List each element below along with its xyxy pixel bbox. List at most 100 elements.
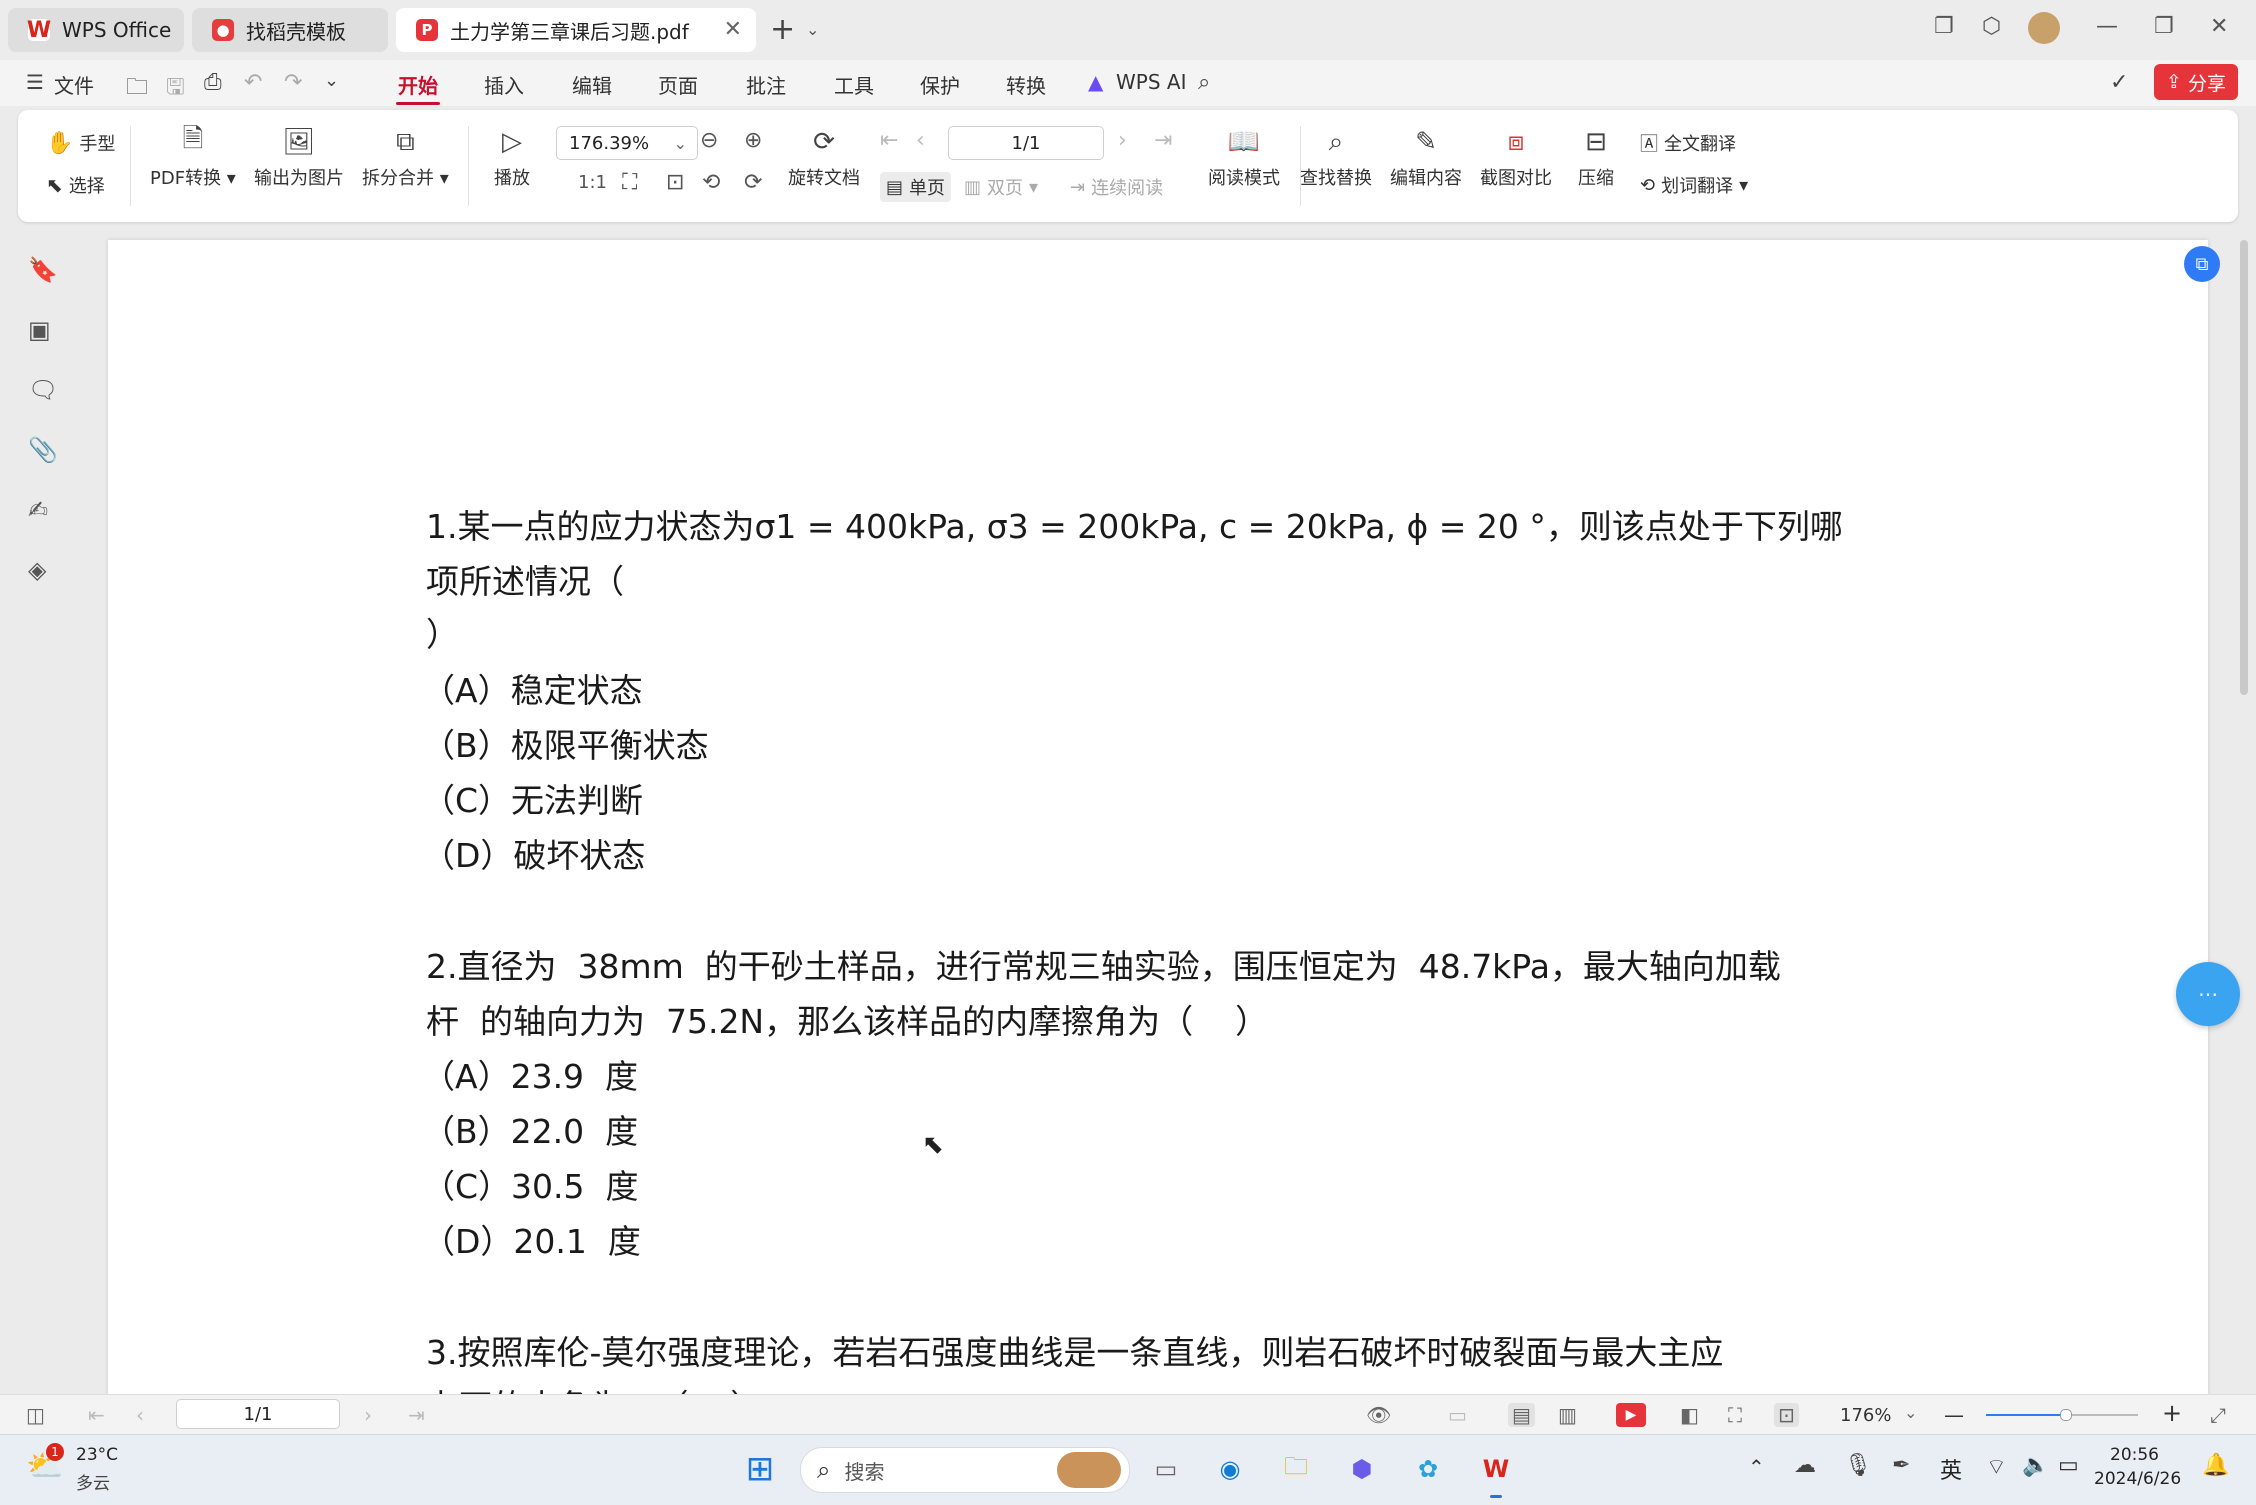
minimize-icon[interactable]: — xyxy=(2096,14,2118,39)
screenshot-compare-button[interactable]: ⧈ 截图对比 xyxy=(1480,126,1552,190)
battery-icon[interactable]: ▭ xyxy=(2058,1453,2079,1478)
zoom-slider[interactable] xyxy=(1986,1409,2138,1421)
zoom-out-icon[interactable]: — xyxy=(1944,1403,1964,1427)
zoom-slider-handle[interactable] xyxy=(2060,1409,2072,1421)
signature-icon[interactable]: ✍ xyxy=(28,496,48,524)
tab-find-template[interactable]: ● 找稻壳模板 xyxy=(192,8,388,52)
clock-time[interactable]: 20:56 xyxy=(2110,1445,2159,1465)
first-page-icon[interactable]: ⇤ xyxy=(88,1403,105,1427)
play-slideshow-icon[interactable]: ▶ xyxy=(1616,1403,1646,1427)
window-list-icon[interactable]: ❐ xyxy=(1934,14,1954,39)
fit-page-icon[interactable]: ⛶ xyxy=(622,170,637,195)
fit-width-icon[interactable]: ⊡ xyxy=(1774,1403,1799,1427)
attachment-icon[interactable]: 📎 xyxy=(28,436,58,464)
clock-date[interactable]: 2024/6/26 xyxy=(2094,1469,2181,1489)
pen-icon[interactable]: ✒ xyxy=(1892,1453,1910,1478)
chevron-down-icon[interactable]: ⌄ xyxy=(806,20,819,39)
full-translate-button[interactable]: 🄰 全文翻译 xyxy=(1640,130,1736,156)
double-page-button[interactable]: ▥ 双页 ▾ xyxy=(964,174,1038,200)
open-folder-icon[interactable]: 🗀 xyxy=(126,70,148,108)
ime-indicator[interactable]: 英 xyxy=(1940,1453,1962,1485)
tab-wps-office[interactable]: W WPS Office xyxy=(8,8,184,52)
more-chevron-icon[interactable]: ⌄ xyxy=(324,70,339,91)
page-number-field[interactable]: 1/1 xyxy=(948,126,1104,160)
search-icon[interactable]: ⌕ xyxy=(1198,70,1210,95)
prev-page-icon[interactable]: ‹ xyxy=(916,128,925,153)
rotate-right-icon[interactable]: ⟳ xyxy=(744,170,762,195)
pdf-convert-button[interactable]: 🗎 PDF转换 ▾ xyxy=(150,124,236,190)
volume-icon[interactable]: 🔈 xyxy=(2022,1453,2049,1478)
hand-tool-button[interactable]: ✋ 手型 xyxy=(46,130,115,156)
tab-pdf-document[interactable]: P 土力学第三章课后习题.pdf ✕ xyxy=(396,8,756,52)
status-zoom-value[interactable]: 176% xyxy=(1840,1405,1891,1426)
menu-wps-ai[interactable]: WPS AI xyxy=(1116,70,1186,94)
read-mode-icon[interactable]: ◧ xyxy=(1680,1403,1699,1427)
word-translate-button[interactable]: ⟲ 划词翻译 ▾ xyxy=(1640,172,1748,198)
chevron-up-icon[interactable]: ⌃ xyxy=(1748,1455,1765,1479)
next-page-icon[interactable]: › xyxy=(364,1403,372,1427)
eye-icon[interactable]: 👁 xyxy=(1366,1403,1391,1427)
fit-width-icon[interactable]: ⊡ xyxy=(666,170,684,195)
continuous-view-icon[interactable]: ▭ xyxy=(1448,1403,1467,1427)
copilot-icon[interactable]: ⬢ xyxy=(1342,1449,1382,1489)
split-merge-button[interactable]: ⧉ 拆分合并 ▾ xyxy=(362,126,449,190)
export-image-button[interactable]: 🖼 输出为图片 xyxy=(254,126,344,190)
hamburger-icon[interactable]: ☰ xyxy=(26,70,44,94)
menu-tools[interactable]: 工具 xyxy=(834,70,874,99)
first-page-icon[interactable]: ⇤ xyxy=(880,128,898,153)
comment-icon[interactable]: 🗨 xyxy=(28,376,58,404)
menu-annotate[interactable]: 批注 xyxy=(746,70,786,99)
play-button[interactable]: ▷ 播放 xyxy=(494,126,530,190)
zoom-select[interactable]: 176.39% ⌄ xyxy=(556,126,698,160)
single-page-button[interactable]: ▤ 单页 xyxy=(880,172,952,202)
menu-page[interactable]: 页面 xyxy=(658,70,698,99)
menu-convert[interactable]: 转换 xyxy=(1006,70,1046,99)
file-explorer-icon[interactable]: 🗀 xyxy=(1276,1449,1316,1489)
layers-icon[interactable]: ◈ xyxy=(28,556,46,584)
zoom-out-icon[interactable]: ⊖ xyxy=(700,128,718,153)
rotate-left-icon[interactable]: ⟲ xyxy=(702,170,720,195)
app-icon[interactable]: ✿ xyxy=(1408,1449,1448,1489)
bookmark-icon[interactable]: 🔖 xyxy=(28,256,58,284)
notification-bell-icon[interactable]: 🔔 xyxy=(2202,1453,2229,1478)
redo-icon[interactable]: ↷ xyxy=(284,70,302,95)
scrollbar-thumb[interactable] xyxy=(2240,240,2248,695)
windows-start-icon[interactable]: ⊞ xyxy=(740,1449,780,1489)
continuous-read-button[interactable]: ⇥ 连续阅读 xyxy=(1070,174,1163,200)
single-page-view-icon[interactable]: ▤ xyxy=(1508,1403,1535,1427)
task-view-icon[interactable]: ▭ xyxy=(1146,1449,1186,1489)
floating-assistant-icon[interactable]: ⋯ xyxy=(2176,962,2240,1026)
restore-icon[interactable]: ❐ xyxy=(2154,14,2174,39)
microphone-icon[interactable]: 🎙 xyxy=(1844,1453,1872,1478)
thumbnail-icon[interactable]: ▣ xyxy=(28,316,51,344)
edit-content-button[interactable]: ✎ 编辑内容 xyxy=(1390,126,1462,190)
menu-start[interactable]: 开始 xyxy=(398,70,438,99)
sidebar-toggle-icon[interactable]: ◫ xyxy=(26,1403,45,1427)
vertical-scrollbar[interactable] xyxy=(2238,230,2250,1390)
close-tab-icon[interactable]: ✕ xyxy=(724,17,742,42)
last-page-icon[interactable]: ⇥ xyxy=(408,1403,425,1427)
fit-page-icon[interactable]: ⛶ xyxy=(1728,1403,1742,1427)
undo-icon[interactable]: ↶ xyxy=(244,70,262,95)
rotate-document-button[interactable]: ⟳ 旋转文档 xyxy=(788,126,860,190)
avatar[interactable] xyxy=(2028,12,2060,44)
compress-button[interactable]: ⊟ 压缩 xyxy=(1578,126,1614,190)
menu-insert[interactable]: 插入 xyxy=(484,70,524,99)
close-window-icon[interactable]: ✕ xyxy=(2210,14,2228,39)
menu-edit[interactable]: 编辑 xyxy=(572,70,612,99)
share-button[interactable]: ⇪ 分享 xyxy=(2154,64,2238,100)
cloud-icon[interactable]: ☁ xyxy=(1794,1453,1816,1478)
new-tab-icon[interactable]: + xyxy=(770,12,795,47)
status-page-field[interactable]: 1/1 xyxy=(176,1399,340,1429)
select-tool-button[interactable]: ⬉ 选择 xyxy=(46,172,105,198)
zoom-in-icon[interactable]: + xyxy=(2162,1399,2182,1427)
zoom-in-icon[interactable]: ⊕ xyxy=(744,128,762,153)
taskbar-search[interactable]: ⌕ 搜索 xyxy=(800,1447,1130,1493)
wifi-icon[interactable]: ⌔ xyxy=(1986,1453,2007,1481)
float-tool-icon[interactable]: ⧉ xyxy=(2184,246,2220,282)
fullscreen-icon[interactable]: ⤢ xyxy=(2210,1403,2226,1427)
print-icon[interactable]: ⎙ xyxy=(204,70,222,95)
actual-size-icon[interactable]: 1:1 xyxy=(578,172,607,193)
last-page-icon[interactable]: ⇥ xyxy=(1154,128,1172,153)
prev-page-icon[interactable]: ‹ xyxy=(136,1403,144,1427)
